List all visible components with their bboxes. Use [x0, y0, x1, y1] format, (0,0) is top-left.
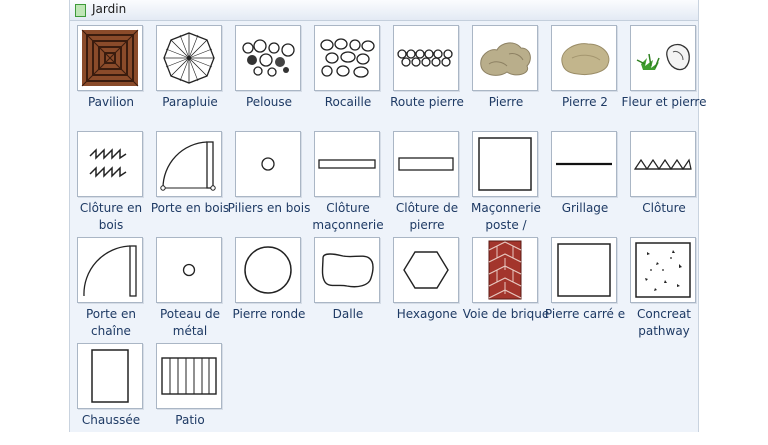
- shape-item-stone-2[interactable]: Pierre 2: [545, 25, 625, 127]
- square-stone-icon: [551, 237, 617, 303]
- panel-title-bar[interactable]: Jardin: [70, 0, 698, 21]
- hexagon-icon: [393, 237, 459, 303]
- shape-label: Pelouse: [245, 95, 293, 109]
- shape-label: Patio: [175, 413, 205, 427]
- shape-item-concrete-pathway[interactable]: Concreat pathway: [624, 237, 704, 339]
- pavilion-icon: [77, 25, 143, 91]
- chain-door-icon: [77, 237, 143, 303]
- shape-item-round-stone[interactable]: Pierre ronde: [229, 237, 309, 339]
- shape-library-panel: Jardin Pavilion Parapluie Pelouse Rocail…: [69, 0, 706, 432]
- stone-path-icon: [393, 25, 459, 91]
- wire-fence-icon: [551, 131, 617, 197]
- shape-label: Concreat pathway: [636, 307, 692, 338]
- panel-title: Jardin: [92, 2, 127, 16]
- patio-icon: [156, 343, 222, 409]
- shape-label: Dalle: [332, 307, 364, 321]
- shape-label: Porte en chaîne: [86, 307, 136, 338]
- shape-label: Fleur et pierre: [621, 95, 707, 109]
- shape-label: Maçonnerie poste /: [471, 201, 541, 232]
- shape-label: Rocaille: [324, 95, 372, 109]
- shape-item-masonry-fence[interactable]: Clôture maçonnerie: [308, 131, 388, 233]
- shape-item-slab[interactable]: Dalle: [308, 237, 388, 339]
- round-stone-icon: [235, 237, 301, 303]
- shape-label: Voie de brique: [462, 307, 550, 321]
- shape-item-chain-door[interactable]: Porte en chaîne: [71, 237, 151, 339]
- shape-label: Pierre 2: [562, 95, 608, 109]
- shape-item-wood-fence[interactable]: Clôture en bois: [71, 131, 151, 233]
- lawn-icon: [235, 25, 301, 91]
- shape-item-wire-fence[interactable]: Grillage: [545, 131, 625, 233]
- shape-label: Pierre: [488, 95, 524, 109]
- pavement-icon: [77, 343, 143, 409]
- shape-item-pavilion[interactable]: Pavilion: [71, 25, 151, 127]
- stone-icon: [472, 25, 538, 91]
- metal-post-icon: [156, 237, 222, 303]
- masonry-post-icon: [472, 131, 538, 197]
- shape-item-masonry-post[interactable]: Maçonnerie poste /: [466, 131, 546, 233]
- flower-stone-icon: [630, 25, 696, 91]
- wood-fence-icon: [77, 131, 143, 197]
- shape-item-rockery[interactable]: Rocaille: [308, 25, 388, 127]
- wood-pillar-icon: [235, 131, 301, 197]
- shape-item-stone-path[interactable]: Route pierre: [387, 25, 467, 127]
- shape-label: Clôture maçonnerie: [312, 201, 384, 232]
- shape-label: Chaussée: [81, 413, 141, 427]
- shape-label: Hexagone: [396, 307, 458, 321]
- shape-item-square-stone[interactable]: Pierre carré e: [545, 237, 625, 339]
- concrete-pathway-icon: [630, 237, 696, 303]
- shape-item-wood-pillar[interactable]: Piliers en bois: [228, 131, 310, 233]
- wood-door-icon: [156, 131, 222, 197]
- shape-label: Clôture de pierre: [395, 201, 459, 232]
- shape-label: Parapluie: [162, 95, 218, 109]
- shape-item-umbrella[interactable]: Parapluie: [150, 25, 230, 127]
- umbrella-icon: [156, 25, 222, 91]
- brick-path-icon: [472, 237, 538, 303]
- rockery-icon: [314, 25, 380, 91]
- library-icon: [75, 4, 86, 17]
- shape-label: Clôture: [642, 201, 686, 215]
- shape-label: Poteau de métal: [159, 307, 220, 338]
- shape-item-hexagon[interactable]: Hexagone: [387, 237, 467, 339]
- shape-label: Grillage: [561, 201, 609, 215]
- shape-label: Pierre ronde: [232, 307, 306, 321]
- shape-item-metal-post[interactable]: Poteau de métal: [150, 237, 230, 339]
- shape-item-brick-path[interactable]: Voie de brique: [463, 237, 549, 339]
- shape-label: Piliers en bois: [227, 201, 311, 215]
- stone-fence-icon: [393, 131, 459, 197]
- fence-icon: [630, 131, 696, 197]
- stone-2-icon: [551, 25, 617, 91]
- shape-item-lawn[interactable]: Pelouse: [229, 25, 309, 127]
- shape-item-fence[interactable]: Clôture: [624, 131, 704, 233]
- slab-icon: [314, 237, 380, 303]
- shape-label: Clôture en bois: [79, 201, 143, 232]
- masonry-fence-icon: [314, 131, 380, 197]
- shape-item-flower-stone[interactable]: Fleur et pierre: [622, 25, 706, 127]
- shape-item-pavement[interactable]: Chaussée: [71, 343, 151, 445]
- shape-label: Pierre carré e: [544, 307, 626, 321]
- shape-item-wood-door[interactable]: Porte en bois: [150, 131, 230, 233]
- shape-label: Route pierre: [390, 95, 464, 109]
- shape-label: Porte en bois: [150, 201, 230, 215]
- shape-item-stone[interactable]: Pierre: [466, 25, 546, 127]
- shape-item-stone-fence[interactable]: Clôture de pierre: [387, 131, 467, 233]
- shape-label: Pavilion: [87, 95, 135, 109]
- shape-item-patio[interactable]: Patio: [150, 343, 230, 445]
